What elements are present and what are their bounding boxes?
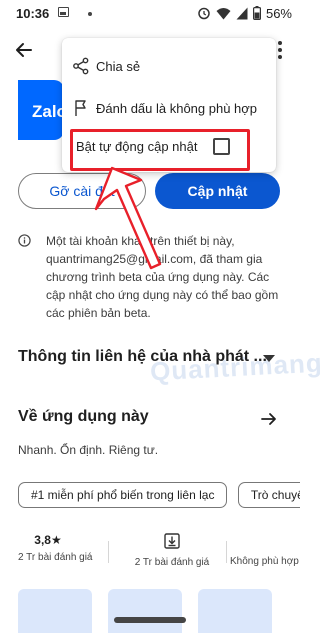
menu-item-flag[interactable]: Đánh dấu là không phù hợp	[62, 88, 276, 128]
battery-percent: 56%	[265, 5, 292, 21]
battery-icon	[252, 6, 261, 20]
flag-icon	[75, 100, 86, 116]
screenshot-carousel[interactable]	[18, 589, 300, 633]
screenshot-thumb[interactable]	[108, 589, 182, 633]
wifi-icon	[216, 7, 231, 19]
uninstall-button[interactable]: Gỡ cài đặt	[18, 173, 146, 209]
screenshot-thumb[interactable]	[198, 589, 272, 633]
chip-ranking[interactable]: #1 miễn phí phổ biến trong liên lạc	[18, 482, 228, 508]
status-icons: 56%	[197, 5, 292, 21]
chip-chat[interactable]: Trò chuyện	[237, 482, 300, 508]
menu-item-label: Chia sẻ	[96, 58, 141, 74]
developer-contact-title: Thông tin liên hệ của nhà phát ...	[18, 348, 267, 365]
update-button[interactable]: Cập nhật	[155, 173, 280, 209]
action-buttons: Gỡ cài đặt Cập nhật	[18, 173, 282, 211]
category-chips: #1 miễn phí phổ biến trong liên lạc Trò …	[18, 482, 300, 510]
info-icon	[18, 234, 31, 247]
share-icon	[73, 57, 89, 75]
rating-stat: 3,8★ 2 Tr bài đánh giá	[18, 533, 93, 563]
annotation-highlight-box	[70, 129, 250, 171]
menu-item-share[interactable]: Chia sẻ	[62, 46, 276, 86]
rating-value: 3,8★	[34, 533, 62, 547]
download-stat: 2 Tr bài đánh giá	[122, 533, 222, 568]
stats-divider	[226, 541, 227, 563]
about-app-title: Về ứng dụng này	[18, 408, 149, 425]
image-icon	[58, 7, 69, 17]
app-icon: Zalo	[18, 80, 64, 140]
navigation-handle[interactable]	[114, 617, 186, 623]
menu-item-label: Đánh dấu là không phù hợp	[96, 100, 258, 116]
stats-divider	[108, 541, 109, 563]
arrow-right-icon	[261, 413, 276, 425]
dot-icon	[88, 12, 92, 16]
age-rating-label: Không phù hợp	[230, 556, 299, 567]
download-icon	[164, 533, 180, 549]
rating-count: 2 Tr bài đánh giá	[18, 552, 93, 563]
status-time: 10:36	[16, 6, 50, 21]
app-icon-label: Zalo	[32, 102, 64, 121]
app-stats: 3,8★ 2 Tr bài đánh giá 2 Tr bài đánh giá…	[0, 533, 300, 573]
screenshot-thumb[interactable]	[18, 589, 92, 633]
alarm-icon	[198, 7, 210, 20]
signal-icon	[236, 7, 248, 19]
developer-contact-section[interactable]: Thông tin liên hệ của nhà phát ...	[18, 348, 282, 372]
about-app-description: Nhanh. Ổn định. Riêng tư.	[18, 443, 159, 457]
about-app-section[interactable]: Về ứng dụng này	[18, 408, 282, 432]
status-bar: 10:36 56%	[0, 0, 300, 28]
back-button[interactable]	[10, 36, 38, 64]
beta-info-text: Một tài khoản khác trên thiết bị này, qu…	[46, 234, 279, 320]
chevron-down-icon	[263, 355, 275, 362]
download-stat-label: 2 Tr bài đánh giá	[134, 557, 210, 568]
back-arrow-icon	[16, 43, 32, 57]
